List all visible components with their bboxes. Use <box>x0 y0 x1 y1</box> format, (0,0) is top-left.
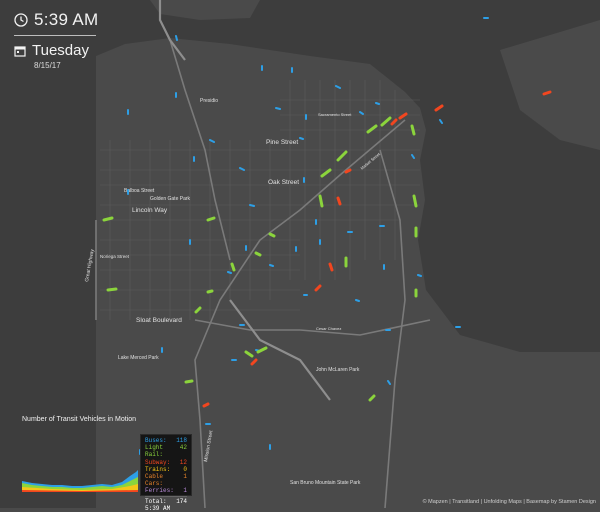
clock-divider <box>14 35 96 36</box>
legend-row-subway: Subway: 12 <box>145 459 187 466</box>
legend-row-ferries: Ferries: 1 <box>145 487 187 494</box>
legend-row-cable-cars: Cable Cars: 1 <box>145 473 187 487</box>
transit-map[interactable]: Presidio Pine Street Balboa Street Oak S… <box>0 0 600 508</box>
legend-count-bus: 118 <box>176 437 187 444</box>
legend-row-total: Total: 174 <box>145 498 187 505</box>
label-cesar-chavez: Cesar Chavez <box>316 326 341 331</box>
label-san-bruno: San Bruno Mountain State Park <box>290 480 361 486</box>
clock-icon <box>14 13 28 27</box>
label-oak-street: Oak Street <box>268 179 299 186</box>
label-sloat: Sloat Boulevard <box>136 317 182 324</box>
legend-label-light-rail: Light Rail: <box>145 444 164 459</box>
legend-label-ferries: Ferries: <box>145 487 174 495</box>
label-pine-street: Pine Street <box>266 139 298 146</box>
legend-total-count: 174 <box>176 497 187 505</box>
label-golden-gate-park: Golden Gate Park <box>150 196 191 202</box>
legend-label-bus: Buses: <box>145 437 167 444</box>
legend-row-trains: Trains: 0 <box>145 466 187 473</box>
current-time: 5:39 AM <box>34 10 99 29</box>
chart-title: Number of Transit Vehicles in Motion <box>22 416 136 423</box>
legend-row-light-rail: Light Rail: 42 <box>145 444 187 458</box>
legend-count-ferries: 1 <box>183 487 187 495</box>
label-sacramento: Sacramento Street <box>318 112 352 117</box>
legend-total-label: Total: <box>145 497 167 505</box>
legend-time: 5:39 AM <box>145 504 171 512</box>
vehicle-legend: Buses: 118 Light Rail: 42 Subway: 12 Tra… <box>140 434 192 512</box>
map-attribution[interactable]: © Mapzen | Transitland | Unfolding Maps … <box>423 499 596 505</box>
vehicle-count-sparkline <box>22 470 138 492</box>
legend-divider <box>145 495 187 497</box>
legend-label-trains: Trains: <box>145 465 171 473</box>
legend-count-subway: 12 <box>179 458 187 466</box>
label-noriega: Noriega Street <box>100 254 130 259</box>
label-lincoln-way: Lincoln Way <box>132 207 168 214</box>
legend-count-light-rail: 42 <box>179 444 187 452</box>
clock-panel: 5:39 AM Tuesday 8/15/17 <box>14 10 98 70</box>
current-day: Tuesday <box>32 42 89 59</box>
calendar-icon <box>14 45 26 57</box>
legend-label-subway: Subway: <box>145 458 171 466</box>
legend-count-cable-cars: 1 <box>183 473 187 481</box>
legend-count-trains: 0 <box>183 465 187 473</box>
legend-label-cable-cars: Cable Cars: <box>145 473 164 488</box>
label-presidio: Presidio <box>200 98 218 104</box>
label-mclaren: John McLaren Park <box>316 367 360 373</box>
current-date: 8/15/17 <box>34 61 61 70</box>
legend-row-bus: Buses: 118 <box>145 437 187 444</box>
label-lake-merced: Lake Merced Park <box>118 355 159 361</box>
